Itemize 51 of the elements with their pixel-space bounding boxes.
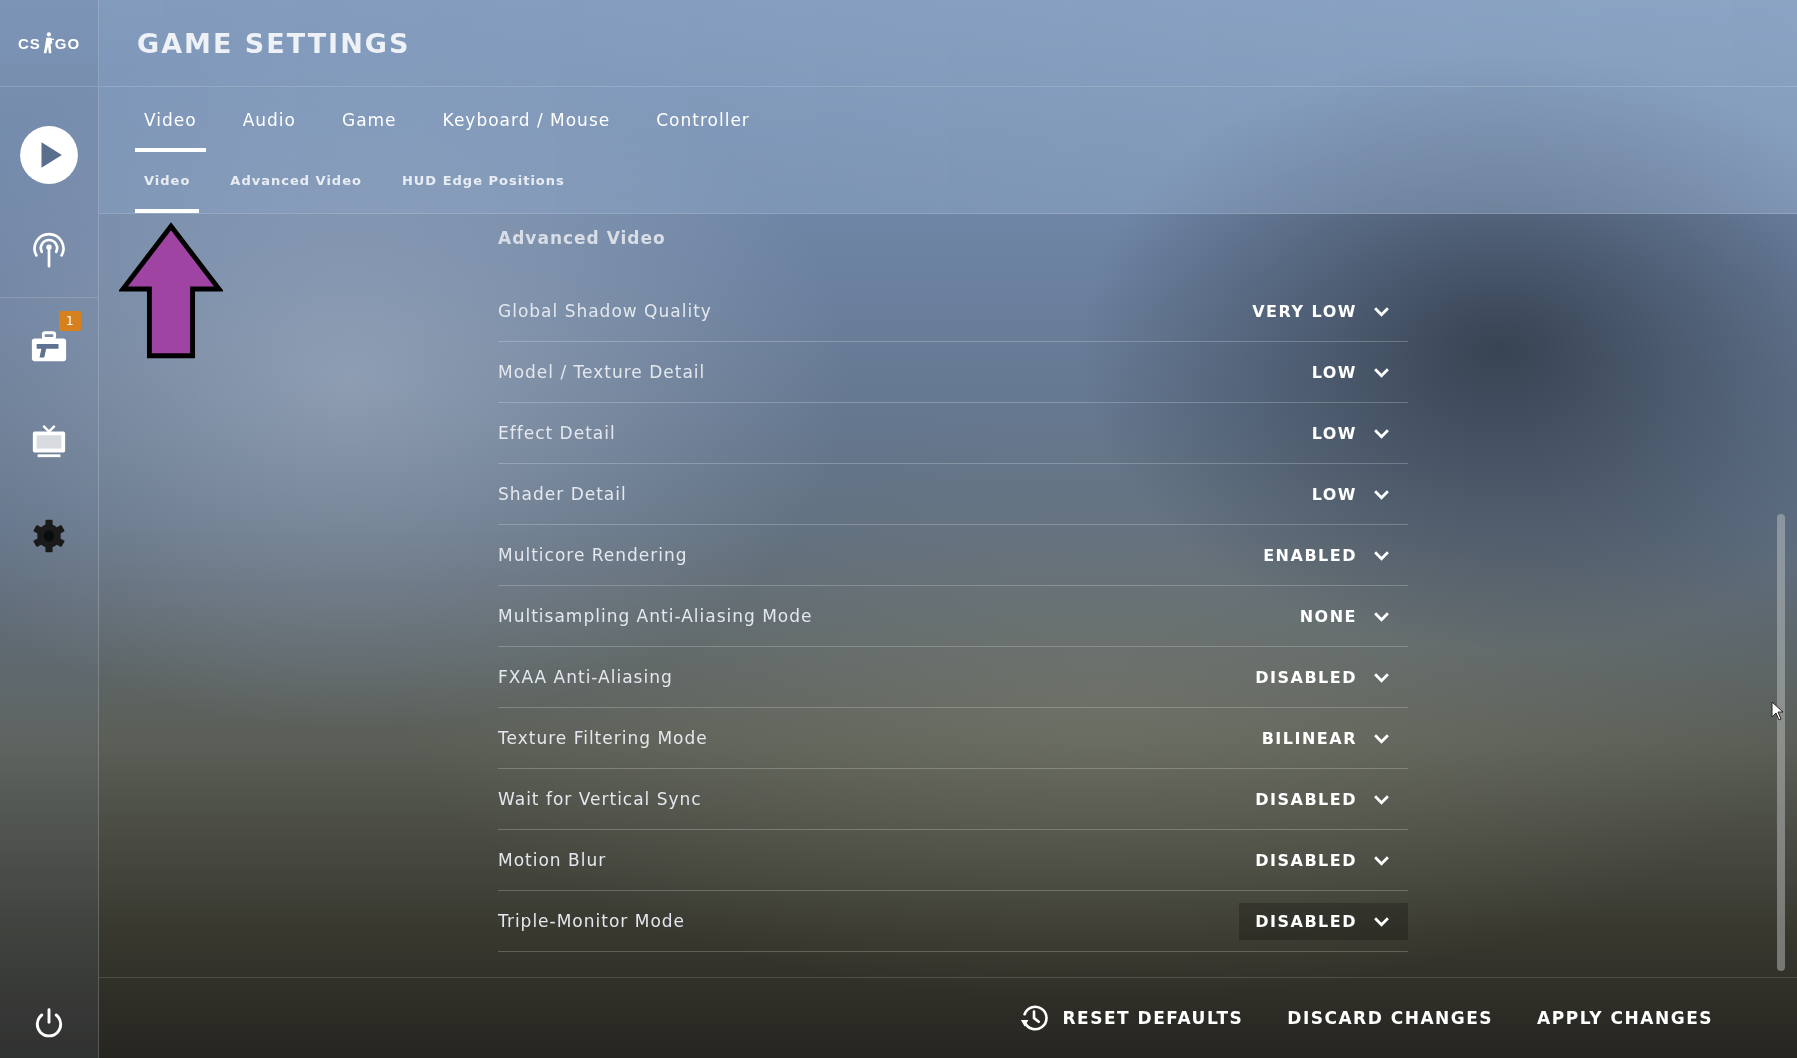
notification-badge: 1 [59, 311, 81, 331]
setting-label: Model / Texture Detail [498, 362, 706, 382]
history-icon [1018, 1003, 1049, 1033]
dropdown[interactable]: DISABLED [1239, 780, 1408, 818]
section-title: Advanced Video [498, 228, 667, 248]
setting-label: Texture Filtering Mode [498, 728, 708, 748]
tab[interactable]: Keyboard / Mouse [433, 91, 620, 152]
tab[interactable]: Game [332, 91, 406, 152]
tab[interactable]: Controller [647, 91, 759, 152]
dropdown[interactable]: ENABLED [1247, 536, 1408, 574]
tv-icon[interactable] [30, 422, 68, 459]
chevron-down-icon [1373, 305, 1390, 317]
chevron-down-icon [1373, 854, 1390, 866]
dropdown[interactable]: BILINEAR [1245, 719, 1408, 757]
chevron-down-icon [1373, 671, 1390, 683]
reset-defaults-button[interactable]: RESET DEFAULTS [1018, 997, 1244, 1039]
tab[interactable]: Video [135, 91, 206, 152]
chevron-down-icon [1373, 366, 1390, 378]
chevron-down-icon [1373, 732, 1390, 744]
dropdown[interactable]: DISABLED [1239, 902, 1408, 940]
footer-button[interactable]: APPLY CHANGES [1537, 1002, 1713, 1034]
page-title: GAME SETTINGS [137, 27, 411, 59]
chevron-down-icon [1373, 793, 1390, 805]
setting-label: Effect Detail [498, 423, 616, 443]
setting-label: Motion Blur [498, 850, 607, 870]
tab[interactable]: Audio [233, 91, 305, 152]
dropdown[interactable]: LOW [1295, 475, 1408, 513]
dropdown[interactable]: DISABLED [1239, 841, 1408, 879]
setting-label: Multicore Rendering [498, 545, 688, 565]
chevron-down-icon [1373, 915, 1390, 927]
chevron-down-icon [1373, 427, 1390, 439]
chevron-down-icon [1373, 488, 1390, 500]
dropdown[interactable]: LOW [1295, 414, 1408, 452]
game-logo[interactable]: CS GO [0, 0, 98, 87]
dropdown[interactable]: NONE [1283, 597, 1408, 635]
footer-button[interactable]: DISCARD CHANGES [1287, 1002, 1494, 1034]
setting-label: Wait for Vertical Sync [498, 789, 702, 809]
setting-label: Multisampling Anti-Aliasing Mode [498, 606, 813, 626]
broadcast-icon[interactable] [30, 231, 68, 268]
setting-label: FXAA Anti-Aliasing [498, 667, 673, 687]
scrollbar[interactable] [1777, 514, 1785, 971]
setting-label: Global Shadow Quality [498, 301, 712, 321]
dropdown[interactable]: DISABLED [1239, 658, 1408, 696]
cursor-icon [1771, 701, 1785, 721]
dropdown[interactable]: VERY LOW [1236, 292, 1408, 330]
chevron-down-icon [1373, 549, 1390, 561]
setting-label: Triple-Monitor Mode [498, 911, 686, 931]
dropdown[interactable]: LOW [1295, 353, 1408, 391]
setting-label: Shader Detail [498, 484, 627, 504]
play-icon[interactable] [19, 124, 79, 185]
chevron-down-icon [1373, 610, 1390, 622]
